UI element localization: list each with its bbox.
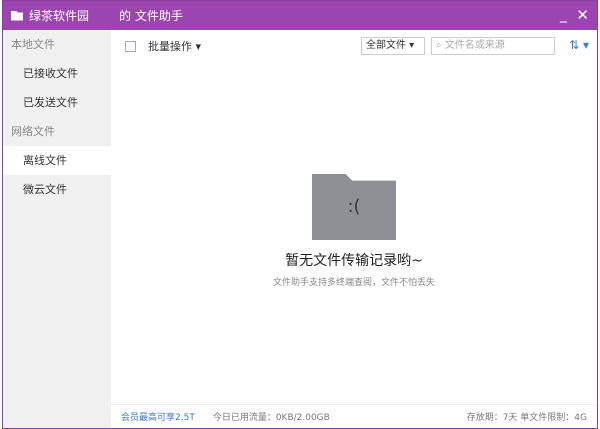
sort-button[interactable]: ⇅ ▾ (569, 38, 589, 52)
minimize-button[interactable]: _ (560, 7, 567, 23)
sidebar-group-local: 本地文件 (11, 38, 55, 51)
app-name: 绿茶软件园 (29, 9, 90, 23)
file-assistant-window: 绿茶软件园 的 文件助手 _ ✕ 本地文件 已接收文件 已发送文件 网络文件 离… (2, 0, 598, 429)
empty-title: 暂无文件传输记录哟~ (285, 253, 423, 269)
sad-folder-icon: :( (312, 174, 396, 240)
vip-link[interactable]: 会员最高可享2.5T (121, 410, 195, 423)
title-bar: 绿茶软件园 的 文件助手 _ ✕ (3, 1, 597, 30)
sidebar-item-offline[interactable]: 离线文件 (3, 146, 111, 175)
batch-operation-button[interactable]: 批量操作 ▾ (148, 38, 201, 54)
sidebar-item-sent[interactable]: 已发送文件 (3, 88, 111, 117)
search-input[interactable]: ⌕ 文件名或来源 (431, 37, 555, 55)
select-all-checkbox[interactable] (125, 40, 136, 52)
file-filter-select[interactable]: 全部文件 ▾ (361, 37, 425, 55)
empty-state: :( 暂无文件传输记录哟~ 文件助手支持多终端查阅，文件不怕丢失 (111, 174, 597, 288)
footer: 会员最高可享2.5T 今日已用流量：0KB/2.00GB 存放期：7天 单文件限… (111, 404, 597, 428)
sidebar-item-received[interactable]: 已接收文件 (3, 59, 111, 88)
storage-limits: 存放期：7天 单文件限制：4G (466, 413, 587, 423)
toolbar: 批量操作 ▾ 全部文件 ▾ ⌕ 文件名或来源 ⇅ ▾ (111, 30, 597, 62)
empty-subtitle: 文件助手支持多终端查阅，文件不怕丢失 (272, 278, 435, 288)
main-panel: 批量操作 ▾ 全部文件 ▾ ⌕ 文件名或来源 ⇅ ▾ :( 暂无文件传输记录哟~… (111, 30, 597, 428)
sidebar-item-weiyun[interactable]: 微云文件 (3, 175, 111, 204)
sidebar: 本地文件 已接收文件 已发送文件 网络文件 离线文件 微云文件 (3, 30, 111, 428)
folder-icon (11, 10, 23, 21)
search-placeholder: 文件名或来源 (444, 40, 505, 51)
sidebar-group-network: 网络文件 (11, 125, 55, 138)
close-button[interactable]: ✕ (576, 6, 589, 24)
window-title: 的 文件助手 (119, 9, 183, 23)
traffic-usage: 今日已用流量：0KB/2.00GB (212, 413, 330, 423)
